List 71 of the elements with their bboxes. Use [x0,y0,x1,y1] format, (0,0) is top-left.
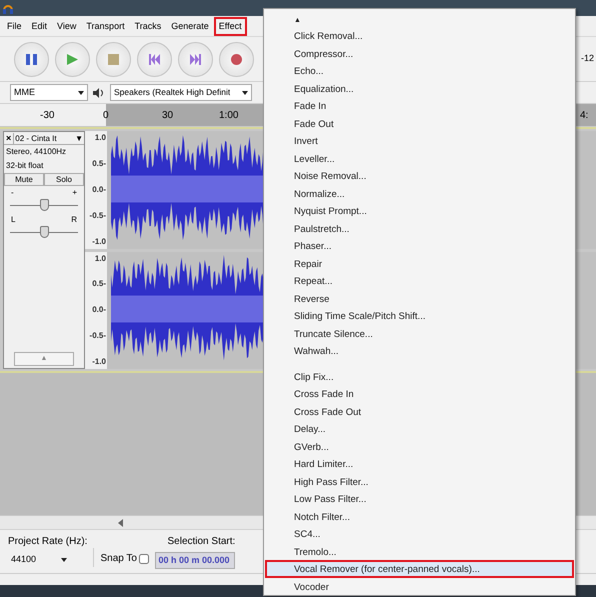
snap-label: Snap To [100,552,137,566]
scale-label: 0.0- [92,304,106,316]
scale-label: 0.5- [92,158,106,170]
menu-item[interactable]: Repair [265,254,574,272]
ruler-label: -30 [40,109,54,123]
menu-item[interactable]: Transport [81,16,130,36]
menu-item[interactable]: High Pass Filter... [265,472,574,490]
toggle-button[interactable]: Solo [44,173,84,186]
slider-label: R [71,216,77,224]
ruler-label: 4: [580,109,588,123]
menu-item[interactable]: Echo... [265,62,574,80]
host-select[interactable]: MME [10,84,88,101]
ruler-label: 1:00 [219,109,238,123]
menu-item[interactable]: Phaser... [265,237,574,254]
menu-item[interactable]: Nyquist Prompt... [265,202,574,220]
menu-item[interactable]: SC4... [265,525,574,542]
slider-label: L [11,216,16,224]
menu-item[interactable]: Wahwah... [265,342,574,360]
slider-label: - [11,189,14,197]
menu-item[interactable]: Repeat... [265,272,574,290]
menu-item[interactable]: Equalization... [265,80,574,97]
menu-item[interactable]: Cross Fade In [265,385,574,402]
meter-tick: -12 [580,52,594,66]
scale-label: 1.0 [94,132,106,144]
menu-item[interactable]: Generate [166,16,214,36]
menu-item[interactable]: Fade Out [265,114,574,132]
track-bits: 32-bit float [5,160,44,172]
selection-start-label: Selection Start: [166,535,236,549]
menu-item[interactable]: Leveller... [265,150,574,167]
scale-label: 0.5- [92,278,106,290]
time-field[interactable]: 00 h 00 m 00.000 [155,552,236,569]
scale-label: -0.5- [90,210,106,222]
menu-item[interactable]: Edit [26,16,52,36]
track-name-menu[interactable]: 02 - Cinta It ▼ [13,132,84,144]
menu-item[interactable]: Invert [265,132,574,150]
menu-item[interactable]: Effect [214,16,247,36]
menu-item[interactable]: Low Pass Filter... [265,490,574,508]
output-select[interactable]: Speakers (Realtek High Definit [110,84,252,101]
scale-label: -1.0 [92,356,106,368]
menu-item[interactable]: Truncate Silence... [265,324,574,342]
menu-item[interactable]: Click Removal... [265,27,574,44]
menu-item[interactable]: Paulstretch... [265,220,574,237]
scale-label: -0.5- [90,330,106,342]
menu-item[interactable]: Hard Limiter... [265,455,574,472]
rate-label: Project Rate (Hz): [8,535,88,549]
menu-item[interactable]: Tracks [130,16,166,36]
scale-label: 0.0- [92,184,106,196]
menu-item[interactable]: Compressor... [265,44,574,62]
ruler-label: 30 [162,109,174,123]
close-button[interactable]: × [4,132,14,144]
menu-item[interactable]: View [52,16,82,36]
menu-item[interactable]: Vocal Remover (for center-panned vocals)... [265,560,574,578]
menu-item[interactable]: Reverse [265,290,574,307]
menu-item[interactable]: Delay... [265,420,574,438]
menu-item[interactable]: GVerb... [265,438,574,455]
ruler-label: 0 [103,109,109,123]
menu-item[interactable]: File [2,16,27,36]
scale-label: -1.0 [92,236,106,248]
menu-item[interactable]: Clip Fix... [265,368,574,385]
toggle-button[interactable]: Mute [4,173,44,186]
slider-label: + [72,189,77,197]
scale-label: 1.0 [94,252,106,264]
menu-item[interactable]: Sliding Time Scale/Pitch Shift... [265,307,574,324]
menu-item[interactable]: Normalize... [265,184,574,202]
menu-item[interactable]: Fade In [265,97,574,114]
track-format: Stereo, 44100Hz [5,146,68,158]
menu-item[interactable]: Tremolo... [265,542,574,560]
menu-item[interactable]: Cross Fade Out [265,402,574,420]
menu-item[interactable]: Notch Filter... [265,508,574,525]
menu-item[interactable]: Vocoder [265,578,574,595]
menu-item[interactable]: Noise Removal... [265,167,574,184]
